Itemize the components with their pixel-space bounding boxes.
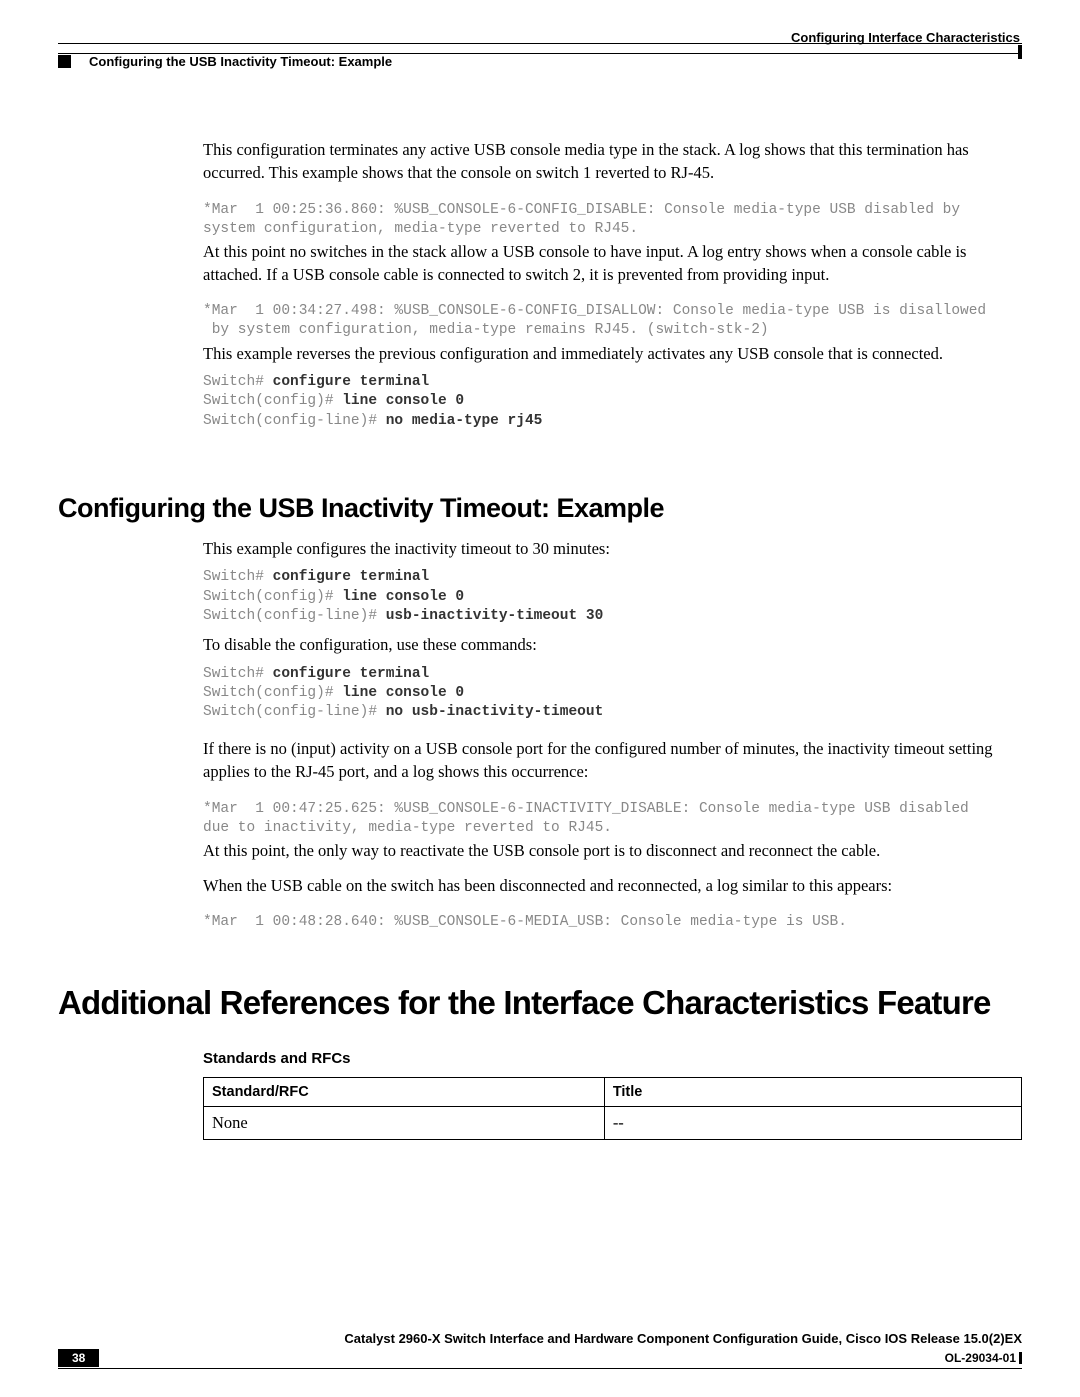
table-header-cell: Title [604,1078,1021,1107]
section-heading: Configuring the USB Inactivity Timeout: … [58,493,1022,524]
cli-line: Switch# configure terminal [203,373,1022,392]
paragraph: To disable the configuration, use these … [203,634,1022,657]
footer-accent-bar [1019,1352,1022,1364]
standards-table: Standard/RFC Title None -- [203,1077,1022,1140]
doc-id: OL-29034-01 [945,1351,1016,1365]
paragraph: If there is no (input) activity on a USB… [203,738,1022,784]
subsection-heading: Standards and RFCs [203,1050,1022,1067]
paragraph: At this point, the only way to reactivat… [203,840,1022,863]
log-output: *Mar 1 00:34:27.498: %USB_CONSOLE-6-CONF… [203,302,1022,340]
cli-line: Switch(config)# line console 0 [203,392,1022,411]
log-output: *Mar 1 00:48:28.640: %USB_CONSOLE-6-MEDI… [203,913,1022,932]
header-rule [58,43,1022,44]
paragraph: At this point no switches in the stack a… [203,241,1022,287]
paragraph: This example configures the inactivity t… [203,538,1022,561]
header-section-title: Configuring the USB Inactivity Timeout: … [89,54,392,69]
table-cell: -- [604,1107,1021,1140]
top-heading: Additional References for the Interface … [58,984,1022,1022]
cli-line: Switch# configure terminal [203,568,1022,587]
header-square-icon [58,55,71,68]
paragraph: When the USB cable on the switch has bee… [203,875,1022,898]
log-output: *Mar 1 00:47:25.625: %USB_CONSOLE-6-INAC… [203,800,1022,838]
cli-line: Switch(config-line)# usb-inactivity-time… [203,607,1022,626]
table-row: Standard/RFC Title [204,1078,1022,1107]
log-output: *Mar 1 00:25:36.860: %USB_CONSOLE-6-CONF… [203,201,1022,239]
paragraph: This configuration terminates any active… [203,139,1022,185]
table-row: None -- [204,1107,1022,1140]
footer-doc-title: Catalyst 2960-X Switch Interface and Har… [58,1331,1022,1348]
header-accent-bar [1018,45,1022,59]
table-cell: None [204,1107,605,1140]
cli-line: Switch(config-line)# no usb-inactivity-t… [203,703,1022,722]
table-header-cell: Standard/RFC [204,1078,605,1107]
page-number: 38 [58,1349,99,1367]
cli-line: Switch(config)# line console 0 [203,588,1022,607]
cli-line: Switch(config-line)# no media-type rj45 [203,412,1022,431]
cli-line: Switch(config)# line console 0 [203,684,1022,703]
page-footer: Catalyst 2960-X Switch Interface and Har… [58,1331,1022,1369]
cli-line: Switch# configure terminal [203,665,1022,684]
paragraph: This example reverses the previous confi… [203,343,1022,366]
